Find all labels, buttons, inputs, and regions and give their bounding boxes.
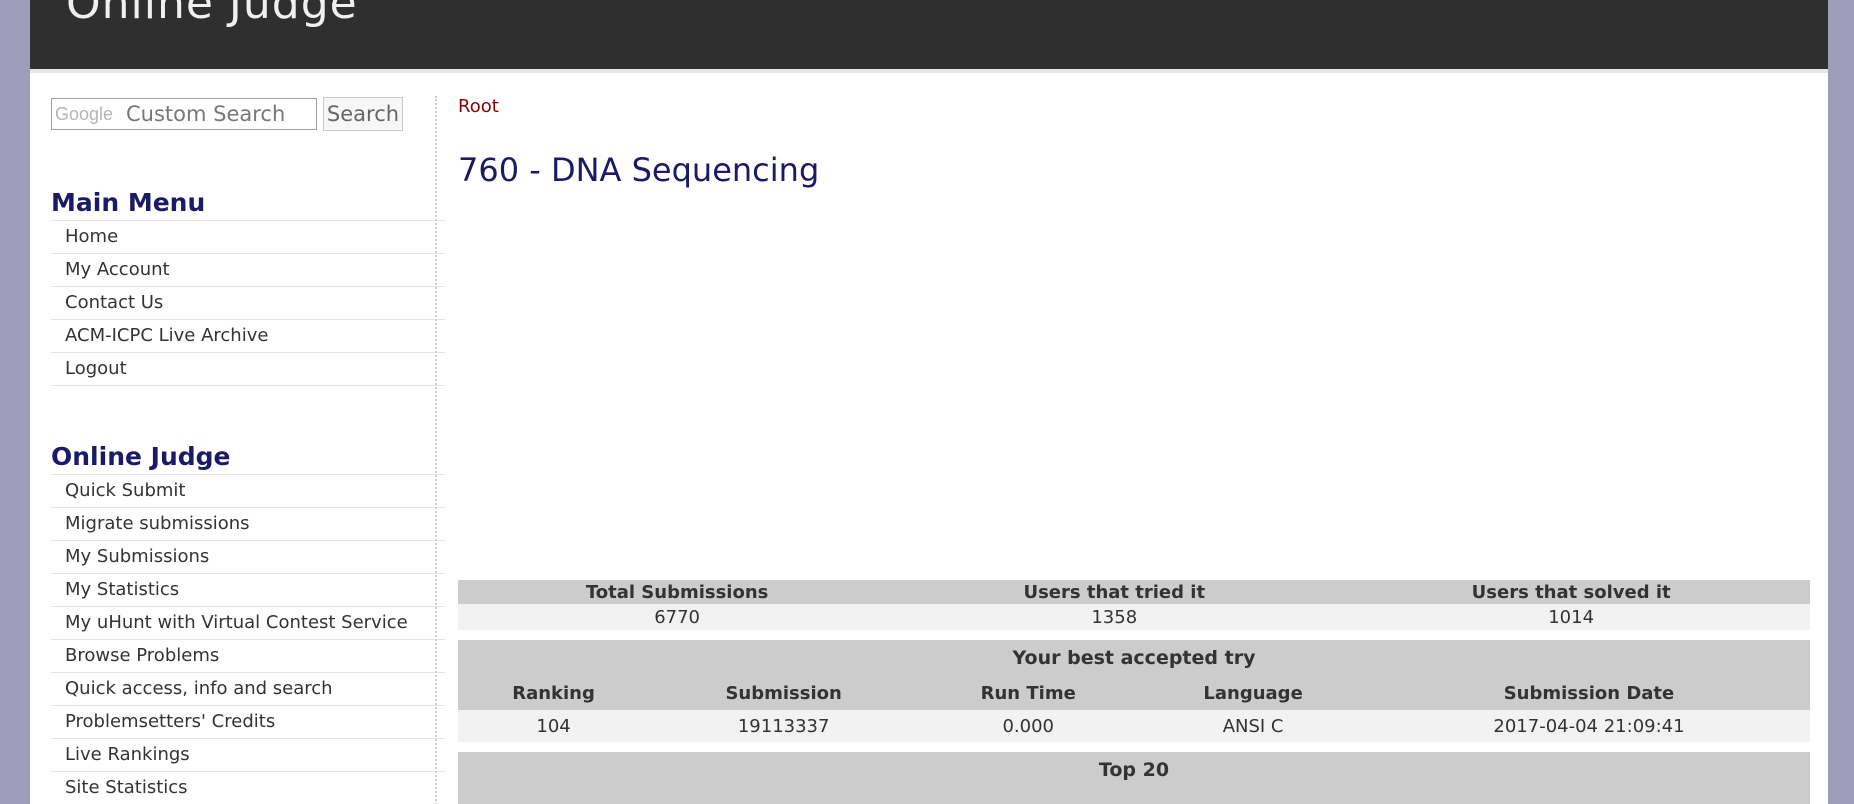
menu-item-site-statistics[interactable]: Site Statistics bbox=[51, 772, 445, 804]
menu-item-my-submissions[interactable]: My Submissions bbox=[51, 541, 445, 574]
problem-title: 760 - DNA Sequencing bbox=[458, 151, 820, 189]
menu-item-problemsetters-credits[interactable]: Problemsetters' Credits bbox=[51, 706, 445, 739]
search-input-wrapper: Google bbox=[51, 98, 317, 130]
best-try-header: Submission bbox=[649, 676, 919, 710]
menu-item-live-rankings[interactable]: Live Rankings bbox=[51, 739, 445, 772]
best-try-run-time: 0.000 bbox=[918, 710, 1139, 742]
site-logo[interactable]: Online Judge bbox=[66, 0, 358, 29]
top20-title: Top 20 bbox=[458, 752, 1810, 804]
summary-header: Total Submissions bbox=[458, 580, 897, 604]
menu-item-quick-access[interactable]: Quick access, info and search bbox=[51, 673, 445, 706]
total-submissions-value: 6770 bbox=[458, 604, 897, 630]
sidebar-divider bbox=[435, 96, 437, 804]
page: Online Judge Google Search Main Menu Hom… bbox=[30, 0, 1828, 804]
online-judge-menu: Quick Submit Migrate submissions My Subm… bbox=[51, 475, 445, 804]
best-try-language: ANSI C bbox=[1138, 710, 1368, 742]
menu-item-logout[interactable]: Logout bbox=[51, 353, 445, 386]
menu-item-home[interactable]: Home bbox=[51, 221, 445, 254]
menu-item-quick-submit[interactable]: Quick Submit bbox=[51, 475, 445, 508]
best-try-ranking: 104 bbox=[458, 710, 650, 742]
search-button[interactable]: Search bbox=[323, 97, 403, 131]
menu-item-migrate-submissions[interactable]: Migrate submissions bbox=[51, 508, 445, 541]
summary-values-row: 6770 1358 1014 bbox=[458, 604, 1810, 630]
best-try-header: Submission Date bbox=[1367, 676, 1810, 710]
search-bar: Google Search bbox=[51, 96, 445, 132]
main-content: Root 760 - DNA Sequencing Total Submissi… bbox=[458, 96, 1810, 804]
main-menu: Home My Account Contact Us ACM-ICPC Live… bbox=[51, 221, 445, 386]
menu-item-my-account[interactable]: My Account bbox=[51, 254, 445, 287]
best-try-date: 2017-04-04 21:09:41 bbox=[1367, 710, 1810, 742]
best-try-header: Run Time bbox=[918, 676, 1139, 710]
sidebar: Google Search Main Menu Home My Account … bbox=[51, 96, 445, 804]
summary-table: Total Submissions Users that tried it Us… bbox=[458, 580, 1810, 630]
best-try-table: Ranking Submission Run Time Language Sub… bbox=[458, 676, 1810, 742]
best-try-header-row: Ranking Submission Run Time Language Sub… bbox=[458, 676, 1810, 710]
summary-header-row: Total Submissions Users that tried it Us… bbox=[458, 580, 1810, 604]
site-header: Online Judge bbox=[30, 0, 1828, 73]
best-try-title: Your best accepted try bbox=[458, 640, 1810, 676]
breadcrumb-root-link[interactable]: Root bbox=[458, 96, 499, 117]
menu-item-contact-us[interactable]: Contact Us bbox=[51, 287, 445, 320]
menu-item-my-statistics[interactable]: My Statistics bbox=[51, 574, 445, 607]
best-try-header: Language bbox=[1138, 676, 1368, 710]
online-judge-menu-title: Online Judge bbox=[51, 442, 445, 475]
summary-header: Users that solved it bbox=[1332, 580, 1810, 604]
main-menu-title: Main Menu bbox=[51, 188, 445, 221]
menu-item-uhunt[interactable]: My uHunt with Virtual Contest Service bbox=[51, 607, 445, 640]
search-input[interactable] bbox=[51, 98, 317, 130]
menu-item-live-archive[interactable]: ACM-ICPC Live Archive bbox=[51, 320, 445, 353]
users-tried-value: 1358 bbox=[896, 604, 1333, 630]
problem-statistics: Total Submissions Users that tried it Us… bbox=[458, 580, 1810, 804]
users-solved-value: 1014 bbox=[1332, 604, 1810, 630]
menu-item-browse-problems[interactable]: Browse Problems bbox=[51, 640, 445, 673]
best-try-submission-link[interactable]: 19113337 bbox=[649, 710, 919, 742]
summary-header: Users that tried it bbox=[896, 580, 1333, 604]
best-try-header: Ranking bbox=[458, 676, 650, 710]
best-try-values-row: 104 19113337 0.000 ANSI C 2017-04-04 21:… bbox=[458, 710, 1810, 742]
